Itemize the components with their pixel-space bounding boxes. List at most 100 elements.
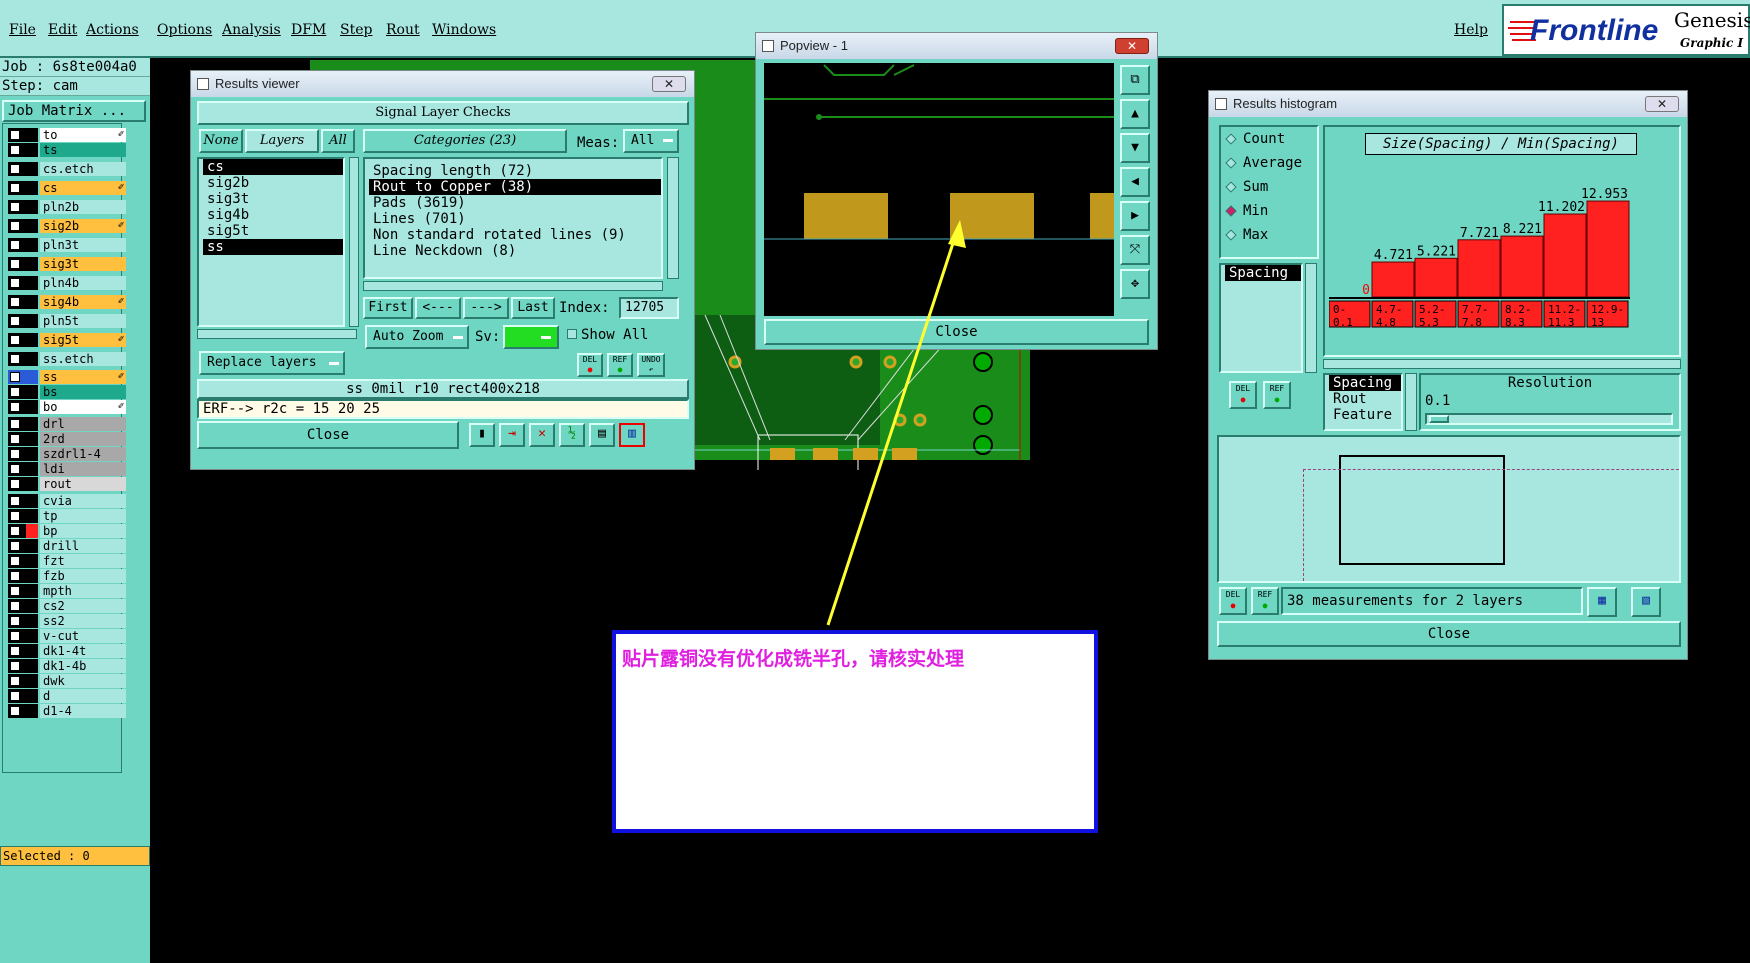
tool-chart-icon[interactable]: ▮ <box>469 423 495 447</box>
layer-checkbox[interactable] <box>10 335 20 345</box>
index-input[interactable]: 12705 <box>619 297 679 319</box>
mode-option-count[interactable]: Count <box>1221 127 1317 151</box>
pan-down-icon[interactable]: ▼ <box>1120 133 1150 163</box>
undo-button[interactable]: UNDO ↶ <box>637 353 665 377</box>
layer-checkbox[interactable] <box>10 202 20 212</box>
layer-checkbox[interactable] <box>10 556 20 566</box>
menu-actions[interactable]: Actions <box>86 22 139 38</box>
result-layer-item[interactable]: sig3t <box>203 191 343 207</box>
layer-checkbox[interactable] <box>10 511 20 521</box>
layer-row-fzt[interactable]: fzt <box>8 554 126 568</box>
category-item[interactable]: Spacing length (72) <box>369 163 661 179</box>
slider-handle[interactable] <box>1429 415 1449 423</box>
layer-checkbox[interactable] <box>10 240 20 250</box>
layer-checkbox[interactable] <box>10 419 20 429</box>
layer-checkbox[interactable] <box>10 646 20 656</box>
layer-checkbox[interactable] <box>10 372 20 382</box>
layer-row-cs.etch[interactable]: cs.etch <box>8 162 126 176</box>
tool-histogram-icon[interactable]: ▥ <box>619 423 645 447</box>
layer-checkbox[interactable] <box>10 616 20 626</box>
histogram-titlebar[interactable]: Results histogram ✕ <box>1209 91 1687 117</box>
ref-button[interactable]: REF ● <box>607 353 633 377</box>
layer-list-scrollbar[interactable] <box>349 157 359 327</box>
layer-list-hscrollbar[interactable] <box>197 329 357 339</box>
import-icon[interactable]: ▧ <box>1631 587 1661 617</box>
layer-row-mpth[interactable]: mpth <box>8 584 126 598</box>
layer-row-tp[interactable]: tp <box>8 509 126 523</box>
layer-checkbox[interactable] <box>10 434 20 444</box>
first-button[interactable]: First <box>363 297 413 319</box>
layer-checkbox[interactable] <box>10 661 20 671</box>
layer-row-pln2b[interactable]: pln2b <box>8 200 126 214</box>
layer-row-d[interactable]: d <box>8 689 126 703</box>
tool-notes-icon[interactable]: ▤ <box>589 423 615 447</box>
zoom-fit-icon[interactable]: ⧉ <box>1120 65 1150 95</box>
measure-list[interactable]: Spacing <box>1219 263 1303 373</box>
histogram-hscrollbar[interactable] <box>1323 359 1681 369</box>
close-icon[interactable]: ✕ <box>1115 38 1149 54</box>
layer-row-sig3t[interactable]: sig3t <box>8 257 126 271</box>
menu-edit[interactable]: Edit <box>48 22 77 38</box>
mode-option-max[interactable]: Max <box>1221 223 1317 247</box>
result-layer-item[interactable]: sig4b <box>203 207 343 223</box>
close-icon[interactable]: ✕ <box>1645 96 1679 112</box>
layer-row-cs[interactable]: cs ✐ <box>8 181 126 195</box>
layer-row-sig4b[interactable]: sig4b ✐ <box>8 295 126 309</box>
menu-options[interactable]: Options <box>157 22 212 38</box>
layer-checkbox[interactable] <box>10 479 20 489</box>
preview-ref-button[interactable]: REF ● <box>1251 587 1279 615</box>
layer-row-d1-4[interactable]: d1-4 <box>8 704 126 718</box>
last-button[interactable]: Last <box>511 297 555 319</box>
layer-row-ts[interactable]: ts <box>8 143 126 157</box>
layer-checkbox[interactable] <box>10 571 20 581</box>
sv-color-select[interactable] <box>503 325 559 349</box>
auto-zoom-select[interactable]: Auto Zoom <box>365 325 469 349</box>
menu-file[interactable]: File <box>9 22 36 38</box>
field-item[interactable]: Feature <box>1329 407 1401 423</box>
layer-row-pln5t[interactable]: pln5t <box>8 314 126 328</box>
layer-checkbox[interactable] <box>10 402 20 412</box>
menu-windows[interactable]: Windows <box>432 22 496 38</box>
layer-row-drl[interactable]: drl <box>8 417 126 431</box>
layer-checkbox[interactable] <box>10 183 20 193</box>
field-list-scrollbar[interactable] <box>1405 373 1417 431</box>
results-viewer-close-button[interactable]: Close <box>197 421 459 449</box>
mode-option-min[interactable]: Min <box>1221 199 1317 223</box>
layer-checkbox[interactable] <box>10 278 20 288</box>
categories-hscrollbar[interactable] <box>363 281 663 291</box>
layer-row-bs[interactable]: bs <box>8 385 126 399</box>
categories-button[interactable]: Categories (23) <box>363 129 567 153</box>
layer-checkbox[interactable] <box>10 130 20 140</box>
job-matrix-button[interactable]: Job Matrix ... <box>2 100 146 122</box>
prev-button[interactable]: <--- <box>415 297 461 319</box>
result-layer-item[interactable]: sig2b <box>203 175 343 191</box>
layer-row-bp[interactable]: bp <box>8 524 126 538</box>
layer-row-bo[interactable]: bo ✐ <box>8 400 126 414</box>
field-item[interactable]: Rout <box>1329 391 1401 407</box>
menu-help[interactable]: Help <box>1454 22 1488 38</box>
zoom-in-icon[interactable]: ✥ <box>1120 269 1150 299</box>
layer-row-pln3t[interactable]: pln3t <box>8 238 126 252</box>
layer-checkbox[interactable] <box>10 449 20 459</box>
tab-none[interactable]: None <box>199 129 243 153</box>
tab-all[interactable]: All <box>321 129 355 153</box>
category-item[interactable]: Lines (701) <box>369 211 661 227</box>
popview-titlebar[interactable]: Popview - 1 ✕ <box>756 33 1157 59</box>
export-icon[interactable]: ▦ <box>1587 587 1617 617</box>
layer-checkbox[interactable] <box>10 586 20 596</box>
layer-checkbox[interactable] <box>10 464 20 474</box>
layer-checkbox[interactable] <box>10 259 20 269</box>
histogram-del-button[interactable]: DEL ● <box>1229 381 1257 409</box>
layer-row-2rd[interactable]: 2rd <box>8 432 126 446</box>
replace-layers-select[interactable]: Replace layers <box>199 351 345 375</box>
result-layer-item[interactable]: ss <box>203 239 343 255</box>
layer-row-to[interactable]: to ✐ <box>8 128 126 142</box>
layer-checkbox[interactable] <box>10 297 20 307</box>
mode-option-sum[interactable]: Sum <box>1221 175 1317 199</box>
layer-row-ss[interactable]: ss ✐ <box>8 370 126 384</box>
layer-row-drill[interactable]: drill <box>8 539 126 553</box>
layer-checkbox[interactable] <box>10 387 20 397</box>
field-list[interactable]: Spacing Rout Feature <box>1323 373 1403 431</box>
result-layer-item[interactable]: sig5t <box>203 223 343 239</box>
layer-row-dk1-4b[interactable]: dk1-4b <box>8 659 126 673</box>
